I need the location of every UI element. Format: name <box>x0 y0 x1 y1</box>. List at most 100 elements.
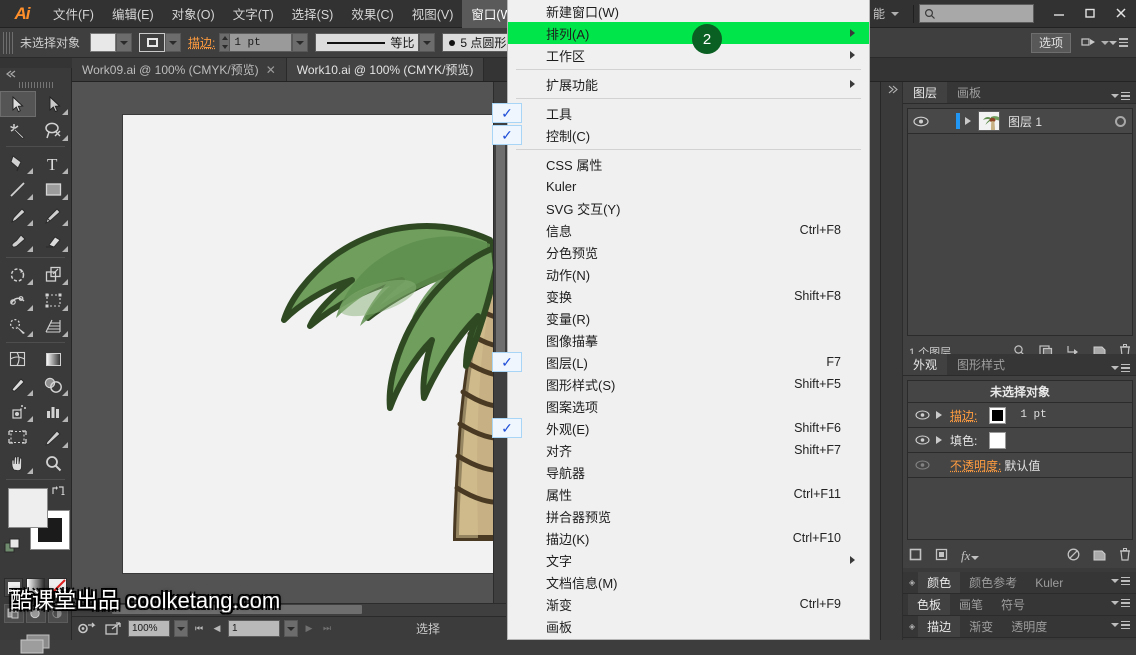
tool-blob-brush[interactable] <box>0 228 36 254</box>
collapsed-panel-1-menu-button[interactable] <box>1111 599 1136 611</box>
window-menu-dropdown[interactable]: 新建窗口(W) 排列(A) 2 工作区 扩展功能 ✓ 工具 ✓ 控制(C) CSS 属性 Kuler… <box>507 0 870 640</box>
share-icon[interactable] <box>102 620 124 637</box>
scrollbar-thumb[interactable] <box>496 142 505 372</box>
menu-item-11[interactable]: 动作(N) <box>508 263 869 285</box>
tool-symbol-sprayer[interactable] <box>0 398 36 424</box>
menu-item-19[interactable]: 对齐 Shift+F7 <box>508 439 869 461</box>
tool-mesh[interactable] <box>0 346 36 372</box>
previous-artboard-button[interactable]: ◀ <box>210 620 224 637</box>
color-mode-solid[interactable] <box>4 578 23 597</box>
menu-item-15[interactable]: ✓ 图层(L) F7 <box>508 351 869 373</box>
color-mode-gradient[interactable] <box>26 578 45 597</box>
menu-item-14[interactable]: 图像描摹 <box>508 329 869 351</box>
collapsed-panel-0-tab-2[interactable]: Kuler <box>1026 572 1072 593</box>
chevron-down-icon[interactable] <box>1101 41 1109 45</box>
variable-width-profile-select[interactable]: 等比 <box>315 33 419 52</box>
stroke-swatch[interactable] <box>989 407 1006 424</box>
layers-tab-1[interactable]: 画板 <box>947 82 991 103</box>
layer-row[interactable]: 图层 1 <box>908 109 1132 134</box>
panel-grip-icon[interactable]: ◈ <box>903 622 918 631</box>
expand-panels-icon[interactable] <box>881 82 902 96</box>
swap-fill-stroke-icon[interactable] <box>51 484 65 500</box>
toolbox-collapse-button[interactable] <box>0 68 71 80</box>
document-tab-1[interactable]: Work10.ai @ 100% (CMYK/预览) <box>287 58 485 81</box>
target-ring-icon[interactable] <box>1115 116 1126 127</box>
panel-grip-icon[interactable]: ◈ <box>903 578 918 587</box>
collapsed-panel-2-tab-1[interactable]: 渐变 <box>960 616 1002 637</box>
menu-item-0[interactable]: 新建窗口(W) <box>508 0 869 22</box>
first-artboard-button[interactable]: ⏮ <box>192 620 206 637</box>
tool-gradient[interactable] <box>36 346 72 372</box>
menu-item-18[interactable]: ✓ 外观(E) Shift+F6 <box>508 417 869 439</box>
draw-inside-button[interactable] <box>48 604 68 623</box>
menu-item-12[interactable]: 变换 Shift+F8 <box>508 285 869 307</box>
collapsed-panel-2-tab-2[interactable]: 透明度 <box>1002 616 1056 637</box>
menubar-item-3[interactable]: 文字(T) <box>224 0 283 28</box>
chevron-right-icon[interactable] <box>936 411 942 419</box>
canvas-horizontal-scrollbar[interactable] <box>72 603 506 616</box>
menubar-item-0[interactable]: 文件(F) <box>44 0 103 28</box>
layers-panel-menu-button[interactable] <box>1111 92 1136 104</box>
appearance-row-stroke[interactable]: 描边: 1 pt <box>908 403 1132 428</box>
document-tab-0[interactable]: Work09.ai @ 100% (CMYK/预览) ✕ <box>72 58 287 81</box>
appearance-row-fill[interactable]: 填色: <box>908 428 1132 453</box>
menu-item-25[interactable]: 文档信息(M) <box>508 571 869 593</box>
menu-item-6[interactable]: CSS 属性 <box>508 153 869 175</box>
appearance-tab-0[interactable]: 外观 <box>903 354 947 375</box>
tool-width[interactable] <box>0 287 36 313</box>
collapsed-panel-2-tab-0[interactable]: 描边 <box>918 616 960 637</box>
tool-line-segment[interactable] <box>0 176 36 202</box>
tool-slice[interactable] <box>36 424 72 450</box>
layer-name[interactable]: 图层 1 <box>1008 113 1042 130</box>
menu-item-26[interactable]: 渐变 Ctrl+F9 <box>508 593 869 615</box>
profile-dropdown-button[interactable] <box>419 33 435 52</box>
stroke-weight-dropdown-button[interactable] <box>292 33 308 52</box>
add-new-fill-button[interactable] <box>935 548 948 564</box>
menu-item-20[interactable]: 导航器 <box>508 461 869 483</box>
opacity-row-value[interactable]: 默认值 <box>1004 457 1040 474</box>
screen-mode-button[interactable] <box>0 633 71 655</box>
tool-rectangle[interactable] <box>36 176 72 202</box>
menu-item-21[interactable]: 属性 Ctrl+F11 <box>508 483 869 505</box>
appearance-row-opacity[interactable]: 不透明度: 默认值 <box>908 453 1132 478</box>
menu-item-7[interactable]: Kuler <box>508 175 869 197</box>
control-bar-grip[interactable] <box>3 32 14 54</box>
tool-shape-builder[interactable] <box>0 313 36 339</box>
collapsed-panel-0-menu-button[interactable] <box>1111 577 1136 589</box>
tool-selection[interactable] <box>0 91 36 117</box>
menu-item-27[interactable]: 画板 <box>508 615 869 637</box>
stroke-row-label[interactable]: 描边: <box>950 407 977 424</box>
zoom-level-field[interactable]: 100% <box>128 620 170 637</box>
eye-icon[interactable] <box>908 460 936 470</box>
dock-rail[interactable] <box>881 82 903 640</box>
stroke-dropdown-button[interactable] <box>165 33 181 52</box>
color-mode-none[interactable] <box>48 578 67 597</box>
artboard-number-field[interactable]: 1 <box>228 620 280 637</box>
menubar-item-5[interactable]: 效果(C) <box>342 0 402 28</box>
appearance-tab-1[interactable]: 图形样式 <box>947 354 1015 375</box>
menu-item-5[interactable]: ✓ 控制(C) <box>508 124 869 146</box>
menu-item-23[interactable]: 描边(K) Ctrl+F10 <box>508 527 869 549</box>
tool-zoom[interactable] <box>36 450 72 476</box>
menubar-item-1[interactable]: 编辑(E) <box>103 0 163 28</box>
close-button[interactable] <box>1105 0 1136 26</box>
minimize-button[interactable] <box>1043 0 1074 26</box>
artboard[interactable] <box>122 114 506 574</box>
layer-list[interactable]: 图层 1 <box>907 108 1133 336</box>
menu-item-17[interactable]: 图案选项 <box>508 395 869 417</box>
menubar-item-2[interactable]: 对象(O) <box>163 0 224 28</box>
collapsed-panel-1-tab-2[interactable]: 符号 <box>992 594 1034 615</box>
isolate-select-control[interactable] <box>1081 36 1109 49</box>
menu-item-10[interactable]: 分色预览 <box>508 241 869 263</box>
fill-row-label[interactable]: 填色: <box>950 432 977 449</box>
tool-pencil[interactable] <box>36 202 72 228</box>
draw-normal-button[interactable] <box>4 604 24 623</box>
tool-magic-wand[interactable] <box>0 117 36 143</box>
tool-lasso[interactable] <box>36 117 72 143</box>
eye-icon[interactable] <box>908 435 936 445</box>
stroke-weight-field[interactable]: 1 pt <box>230 33 292 52</box>
stroke-weight-stepper[interactable] <box>219 33 230 52</box>
tool-hand[interactable] <box>0 450 36 476</box>
fill-color-swatch[interactable] <box>90 33 116 52</box>
search-input[interactable] <box>919 4 1034 23</box>
